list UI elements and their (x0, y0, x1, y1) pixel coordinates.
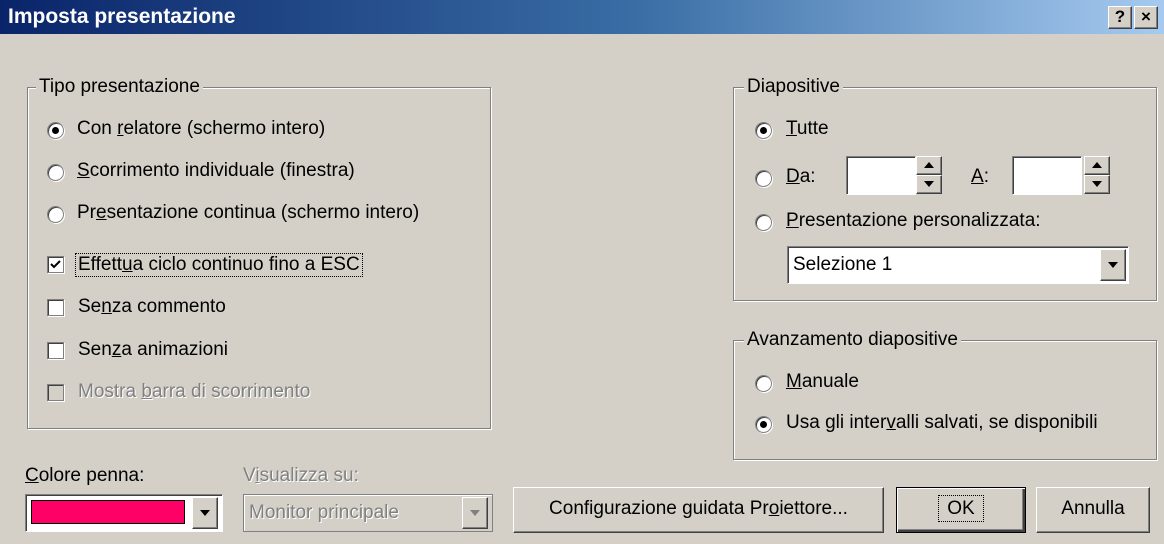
proiettore-button-label: Configurazione guidata Proiettore... (549, 498, 848, 519)
radio-con-relatore-label: Con relatore (schermo intero) (77, 118, 326, 139)
title-bar[interactable]: Imposta presentazione ? × (0, 0, 1164, 34)
close-icon: × (1141, 7, 1151, 26)
radio-indicator (755, 416, 772, 433)
presentazione-select[interactable]: Selezione 1 (787, 246, 1129, 284)
radio-presentazione-continua-label: Presentazione continua (schermo intero) (77, 202, 420, 223)
da-input[interactable] (846, 156, 916, 195)
arrow-up-icon (1092, 162, 1102, 168)
arrow-down-icon (924, 181, 934, 187)
a-spin-down[interactable] (1084, 175, 1110, 194)
radio-indicator (47, 164, 64, 181)
diapositive-legend: Diapositive (744, 76, 843, 98)
da-spin-up[interactable] (916, 156, 942, 175)
check-ciclo-label: Effettua ciclo continuo fino a ESC (75, 253, 363, 277)
visualizza-su-label: Visualizza su: (243, 465, 359, 486)
radio-da-label: Da: (786, 166, 816, 187)
help-button[interactable]: ? (1108, 6, 1132, 29)
check-mostra-barra-label: Mostra barra di scorrimento (78, 381, 311, 402)
a-label: A: (971, 166, 989, 187)
check-senza-commento-label: Senza commento (78, 296, 226, 317)
annulla-button[interactable]: Annulla (1036, 487, 1150, 533)
radio-manuale-label: Manuale (786, 371, 859, 392)
avanzamento-legend: Avanzamento diapositive (744, 329, 961, 351)
check-senza-animazioni-label: Senza animazioni (78, 339, 228, 360)
radio-indicator (47, 122, 64, 139)
monitor-dropdown-button[interactable] (462, 497, 488, 529)
checkbox-indicator (47, 256, 64, 273)
a-input[interactable] (1012, 156, 1082, 195)
pen-color-swatch (31, 500, 185, 524)
colore-penna-select[interactable] (25, 494, 223, 532)
radio-tutte-label: Tutte (786, 118, 829, 139)
radio-scorrimento-label: Scorrimento individuale (finestra) (77, 160, 355, 181)
radio-usa-intervalli-label: Usa gli intervalli salvati, se disponibi… (786, 412, 1098, 433)
chevron-down-icon (470, 510, 480, 516)
presentazione-dropdown-button[interactable] (1100, 249, 1126, 281)
tipo-presentazione-legend: Tipo presentazione (36, 76, 203, 98)
chevron-down-icon (1108, 262, 1118, 268)
checkbox-indicator (47, 342, 64, 359)
close-button[interactable]: × (1134, 6, 1158, 29)
radio-indicator (47, 206, 64, 223)
colore-penna-label: Colore penna: (25, 465, 145, 486)
checkbox-indicator (47, 299, 64, 316)
ok-button-label: OK (938, 495, 984, 522)
chevron-down-icon (200, 510, 210, 516)
monitor-select-value: Monitor principale (249, 502, 399, 523)
radio-personalizzata-label: Presentazione personalizzata: (786, 210, 1041, 231)
annulla-button-label: Annulla (1061, 498, 1125, 519)
arrow-up-icon (924, 162, 934, 168)
help-icon: ? (1114, 7, 1126, 26)
ok-button[interactable]: OK (896, 487, 1026, 533)
avanzamento-group (733, 340, 1157, 460)
radio-indicator (755, 170, 772, 187)
configurazione-proiettore-button[interactable]: Configurazione guidata Proiettore... (513, 487, 884, 533)
radio-indicator (755, 122, 772, 139)
a-spin-up[interactable] (1084, 156, 1110, 175)
radio-indicator (755, 214, 772, 231)
window-title: Imposta presentazione (8, 5, 236, 28)
presentazione-select-value: Selezione 1 (793, 254, 893, 275)
da-spin-down[interactable] (916, 175, 942, 194)
monitor-select[interactable]: Monitor principale (243, 494, 493, 532)
checkbox-indicator (47, 384, 64, 401)
radio-indicator (755, 375, 772, 392)
arrow-down-icon (1092, 181, 1102, 187)
colore-dropdown-button[interactable] (192, 497, 218, 529)
